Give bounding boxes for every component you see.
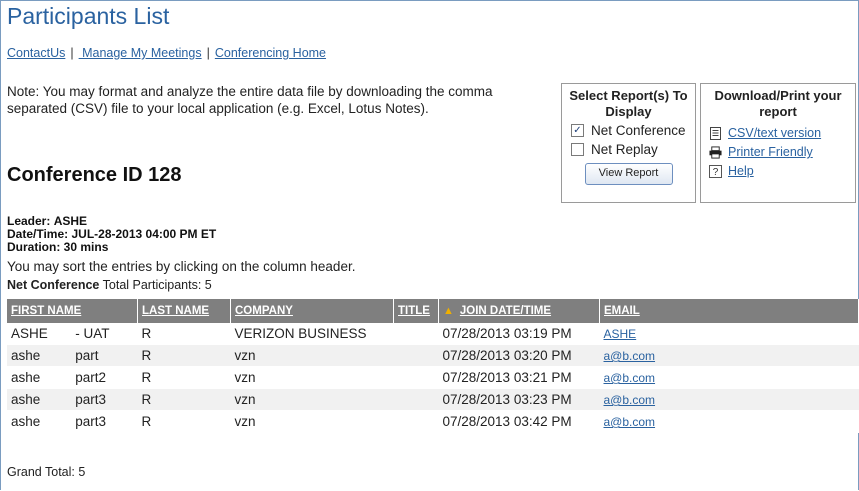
cell-join-datetime: 07/28/2013 03:21 PM (438, 366, 600, 389)
cell-first-name: ashe (7, 388, 72, 411)
cell-title (393, 366, 439, 389)
view-report-button[interactable]: View Report (584, 163, 673, 185)
nav-separator: | (206, 46, 210, 60)
participants-total: Net Conference Total Participants: 5 (7, 278, 212, 292)
net-replay-option[interactable]: Net Replay (571, 142, 689, 157)
cell-last-name: R (137, 410, 231, 433)
table-header-row: FIRST NAME LAST NAME COMPANY TITLE ▲ JOIN… (7, 299, 859, 323)
total-label: Net Conference (7, 278, 100, 292)
email-link[interactable]: a@b.com (604, 371, 656, 385)
help-item[interactable]: ? Help (709, 164, 849, 178)
conference-heading: Conference ID 128 (7, 164, 182, 186)
cell-join-datetime: 07/28/2013 03:42 PM (438, 410, 600, 433)
cell-title (393, 344, 439, 367)
email-link[interactable]: a@b.com (604, 415, 656, 429)
cell-company: vzn (230, 344, 394, 367)
net-replay-label: Net Replay (591, 142, 658, 157)
cell-last-name: R (137, 323, 231, 345)
leader-label: Leader: (7, 214, 51, 228)
select-report-panel: Select Report(s) To Display ✓ Net Confer… (561, 83, 696, 203)
table-row: ashe part Rvzn 07/28/2013 03:20 PM a@b.com (7, 344, 859, 367)
cell-company: VERIZON BUSINESS (230, 323, 394, 345)
cell-title (393, 410, 439, 433)
cell-last-name: R (137, 344, 231, 367)
leader-value: ASHE (53, 214, 88, 228)
conferencing-home-link[interactable]: Conferencing Home (215, 46, 326, 60)
cell-last-name: R (137, 366, 231, 389)
csv-note: Note: You may format and analyze the ent… (7, 84, 493, 116)
grand-total: Grand Total: 5 (7, 465, 86, 479)
table-row: ashe part3 Rvzn 07/28/2013 03:42 PM a@b.com (7, 410, 859, 433)
participants-table: FIRST NAME LAST NAME COMPANY TITLE ▲ JOIN… (7, 299, 859, 433)
cell-title (393, 388, 439, 411)
header-first-name[interactable]: FIRST NAME (7, 299, 138, 323)
cell-join-datetime: 07/28/2013 03:20 PM (438, 344, 600, 367)
printer-icon (709, 145, 722, 159)
datetime-value: JUL-28-2013 04:00 PM ET (71, 227, 217, 241)
download-panel: Download/Print your report CSV/text vers… (700, 83, 856, 203)
cell-email: a@b.com (599, 410, 859, 433)
sort-up-icon: ▲ (443, 305, 454, 317)
printer-friendly-item[interactable]: Printer Friendly (709, 145, 849, 159)
email-link[interactable]: ASHE (604, 327, 637, 341)
net-conference-checkbox[interactable]: ✓ (571, 124, 584, 137)
cell-company: vzn (230, 388, 394, 411)
nav-separator: | (70, 46, 74, 60)
cell-first-name-suffix: part3 (71, 388, 138, 411)
header-join-datetime[interactable]: ▲ JOIN DATE/TIME (438, 299, 600, 323)
cell-email: a@b.com (599, 366, 859, 389)
net-replay-checkbox[interactable] (571, 143, 584, 156)
sort-note: You may sort the entries by clicking on … (7, 259, 356, 274)
header-email[interactable]: EMAIL (599, 299, 859, 323)
top-nav: ContactUs | Manage My Meetings | Conferenci… (7, 46, 326, 60)
help-icon: ? (709, 164, 722, 178)
cell-title (393, 323, 439, 345)
csv-file-icon (709, 126, 722, 140)
page-title: Participants List (7, 3, 170, 29)
table-row: ASHE - UAT R VERIZON BUSINESS 07/28/2013 03:… (7, 323, 859, 345)
csv-download-link[interactable]: CSV/text version (728, 126, 821, 140)
header-last-name[interactable]: LAST NAME (137, 299, 231, 323)
cell-first-name-suffix: part3 (71, 410, 138, 433)
datetime-label: Date/Time: (7, 227, 69, 241)
download-heading: Download/Print your report (714, 88, 842, 119)
cell-first-name-suffix: part (71, 344, 138, 367)
duration-label: Duration: (7, 240, 61, 254)
email-link[interactable]: a@b.com (604, 393, 656, 407)
net-conference-label: Net Conference (591, 123, 686, 138)
help-link[interactable]: Help (728, 164, 754, 178)
cell-join-datetime: 07/28/2013 03:23 PM (438, 388, 600, 411)
cell-first-name: ashe (7, 366, 72, 389)
contact-us-link[interactable]: ContactUs (7, 46, 65, 60)
table-row: ashe part2 Rvzn 07/28/2013 03:21 PM a@b.com (7, 366, 859, 389)
header-title[interactable]: TITLE (393, 299, 439, 323)
cell-first-name: ashe (7, 410, 72, 433)
cell-first-name-suffix: part2 (71, 366, 138, 389)
net-conference-option[interactable]: ✓ Net Conference (571, 123, 689, 138)
header-company[interactable]: COMPANY (230, 299, 394, 323)
cell-email: a@b.com (599, 344, 859, 367)
cell-company: vzn (230, 366, 394, 389)
cell-last-name: R (137, 388, 231, 411)
svg-text:?: ? (713, 167, 719, 178)
cell-first-name-suffix: - UAT (71, 323, 138, 345)
table-row: ashe part3 Rvzn 07/28/2013 03:23 PM a@b.com (7, 388, 859, 411)
duration-value: 30 mins (63, 240, 109, 254)
manage-meetings-link[interactable]: Manage My Meetings (79, 46, 202, 60)
conference-meta: Leader: ASHE Date/Time: JUL-28-2013 04:0… (7, 215, 216, 254)
cell-join-datetime: 07/28/2013 03:19 PM (438, 323, 600, 345)
cell-email: a@b.com (599, 388, 859, 411)
total-text: Total Participants: 5 (102, 278, 212, 292)
cell-company: vzn (230, 410, 394, 433)
cell-email: ASHE (599, 323, 859, 345)
cell-first-name: ashe (7, 344, 72, 367)
email-link[interactable]: a@b.com (604, 349, 656, 363)
csv-download-item[interactable]: CSV/text version (709, 126, 849, 140)
cell-first-name: ASHE (7, 323, 72, 345)
select-report-heading: Select Report(s) To Display (569, 88, 688, 119)
printer-friendly-link[interactable]: Printer Friendly (728, 145, 813, 159)
